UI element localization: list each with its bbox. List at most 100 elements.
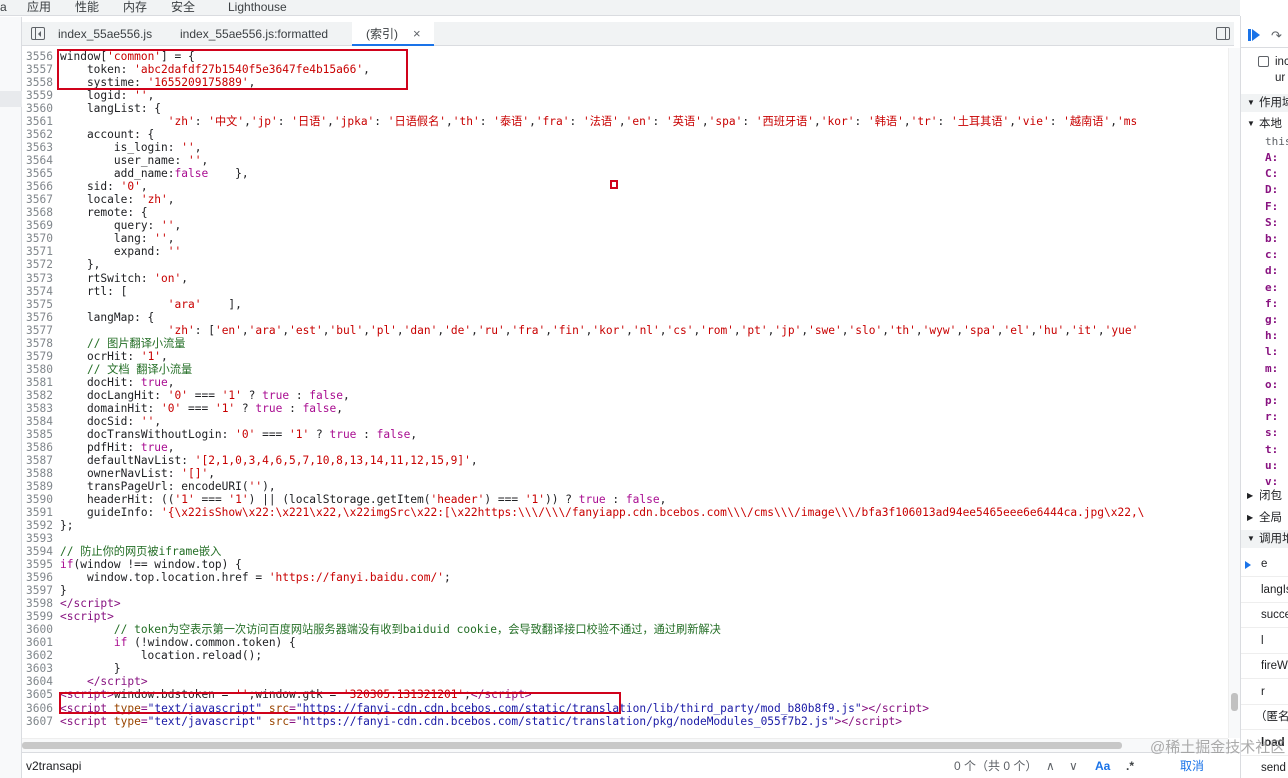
match-case-button[interactable]: Aa xyxy=(1095,758,1110,774)
line-number[interactable]: 3572 xyxy=(22,258,60,271)
code-line[interactable]: 3600 // token为空表示第一次访问百度网站服务器端没有收到baidui… xyxy=(22,623,721,636)
scope-variable[interactable]: p: xyxy=(1241,393,1288,409)
line-number[interactable]: 3573 xyxy=(22,272,60,285)
scope-variable[interactable]: s: xyxy=(1241,425,1288,441)
code-line[interactable]: 3597} xyxy=(22,584,67,597)
line-number[interactable]: 3601 xyxy=(22,636,60,649)
code-line[interactable]: 3566 sid: '0', xyxy=(22,180,148,193)
line-number[interactable]: 3583 xyxy=(22,402,60,415)
editor-horizontal-scrollbar[interactable] xyxy=(22,738,1228,752)
line-number[interactable]: 3607 xyxy=(22,715,60,728)
scope-variable[interactable]: r: xyxy=(1241,409,1288,425)
code-line[interactable]: 3578 // 图片翻译小流量 xyxy=(22,337,185,350)
code-line[interactable]: 3561 'zh': '中文','jp': '日语','jpka': '日语假名… xyxy=(22,115,1137,128)
line-number[interactable]: 3565 xyxy=(22,167,60,180)
panel-tab-application[interactable]: 应用 xyxy=(27,0,51,14)
callstack-frame[interactable]: l xyxy=(1241,629,1288,654)
code-line[interactable]: 3587 defaultNavList: '[2,1,0,3,4,6,5,7,1… xyxy=(22,454,478,467)
scope-variable[interactable]: F: xyxy=(1241,199,1288,215)
code-line[interactable]: 3595 if(window !== window.top) { xyxy=(22,558,242,571)
line-number[interactable]: 3561 xyxy=(22,115,60,128)
code-line[interactable]: 3606 <script type="text/javascript" src="… xyxy=(22,702,929,715)
line-number[interactable]: 3564 xyxy=(22,154,60,167)
code-line[interactable]: 3576 langMap: { xyxy=(22,311,154,324)
line-number[interactable]: 3560 xyxy=(22,102,60,115)
code-line[interactable]: 3601 if (!window.common.token) { xyxy=(22,636,296,649)
find-next-button[interactable]: ∨ xyxy=(1069,758,1078,774)
code-line[interactable]: 3607 <script type="text/javascript" src="… xyxy=(22,715,902,728)
scope-variable[interactable]: t: xyxy=(1241,442,1288,458)
code-line[interactable]: 3592}; xyxy=(22,519,73,532)
line-number[interactable]: 3584 xyxy=(22,415,60,428)
collapse-right-icon[interactable] xyxy=(1216,27,1230,40)
scope-section-header[interactable]: ▼ 作用域 xyxy=(1241,94,1288,112)
code-line[interactable]: 3590 headerHit: (('1' === '1') || (local… xyxy=(22,493,666,506)
code-line[interactable]: 3565 add_name:false }, xyxy=(22,167,249,180)
code-line[interactable]: 3588 ownerNavList: '[]', xyxy=(22,467,215,480)
line-number[interactable]: 3589 xyxy=(22,480,60,493)
callstack-frame[interactable]: （匿名 xyxy=(1241,705,1288,730)
code-line[interactable]: 3573 rtSwitch: 'on', xyxy=(22,272,188,285)
code-line[interactable]: 3604 </script> xyxy=(22,675,148,688)
code-line[interactable]: 3599 <script> xyxy=(22,610,114,623)
local-scope-header[interactable]: ▼ 本地 xyxy=(1241,116,1288,132)
line-number[interactable]: 3587 xyxy=(22,454,60,467)
code-line[interactable]: 3605 <script>window.bdstoken = '';window.… xyxy=(22,688,532,701)
line-number[interactable]: 3603 xyxy=(22,662,60,675)
line-number[interactable]: 3602 xyxy=(22,649,60,662)
code-line[interactable]: 3560 langList: { xyxy=(22,102,161,115)
scope-variable[interactable]: o: xyxy=(1241,377,1288,393)
line-number[interactable]: 3575 xyxy=(22,298,60,311)
line-number[interactable]: 3577 xyxy=(22,324,60,337)
callstack-section-header[interactable]: ▼ 调用堆栈 xyxy=(1241,530,1288,548)
line-number[interactable]: 3600 xyxy=(22,623,60,636)
line-number[interactable]: 3596 xyxy=(22,571,60,584)
find-input[interactable] xyxy=(26,758,926,774)
code-line[interactable]: 3591 guideInfo: '{\x22isShow\x22:\x221\x… xyxy=(22,506,1144,519)
scope-variable[interactable]: g: xyxy=(1241,312,1288,328)
step-over-icon[interactable]: ↷ xyxy=(1271,28,1282,44)
line-number[interactable]: 3558 xyxy=(22,76,60,89)
code-line[interactable]: 3570 lang: '', xyxy=(22,232,174,245)
code-editor[interactable]: 3556 window['common'] = {3557 token: 'abc… xyxy=(22,48,1228,738)
line-number[interactable]: 3580 xyxy=(22,363,60,376)
line-number[interactable]: 3576 xyxy=(22,311,60,324)
code-line[interactable]: 3579 ocrHit: '1', xyxy=(22,350,168,363)
line-number[interactable]: 3571 xyxy=(22,245,60,258)
code-line[interactable]: 3581 docHit: true, xyxy=(22,376,174,389)
callstack-frame[interactable]: fireW xyxy=(1241,654,1288,679)
panel-tab-partial[interactable]: a xyxy=(0,0,7,14)
code-line[interactable]: 3593 xyxy=(22,532,60,545)
line-number[interactable]: 3563 xyxy=(22,141,60,154)
code-line[interactable]: 3598 </script> xyxy=(22,597,121,610)
pause-on-exceptions-checkbox[interactable] xyxy=(1258,56,1269,67)
tab-index-html[interactable]: (索引) xyxy=(352,22,434,46)
line-number[interactable]: 3586 xyxy=(22,441,60,454)
scope-variable[interactable]: f: xyxy=(1241,296,1288,312)
line-number[interactable]: 3605 xyxy=(22,688,60,701)
scope-variable[interactable]: e: xyxy=(1241,280,1288,296)
scope-variable[interactable]: S: xyxy=(1241,215,1288,231)
regex-button[interactable]: .* xyxy=(1126,758,1134,774)
scope-variable[interactable]: D: xyxy=(1241,182,1288,198)
line-number[interactable]: 3595 xyxy=(22,558,60,571)
code-line[interactable]: 3582 docLangHit: '0' === '1' ? true : fa… xyxy=(22,389,350,402)
editor-vertical-scrollbar[interactable] xyxy=(1228,48,1240,738)
callstack-frame[interactable]: e xyxy=(1241,552,1288,577)
tab-index-js-formatted[interactable]: index_55ae556.js:formatted xyxy=(180,22,328,46)
code-line[interactable]: 3594// 防止你的网页被iframe嵌入 xyxy=(22,545,221,558)
code-line[interactable]: 3564 user_name: '', xyxy=(22,154,208,167)
scope-variable[interactable]: C: xyxy=(1241,166,1288,182)
line-number[interactable]: 3568 xyxy=(22,206,60,219)
code-line[interactable]: 3575 'ara' ], xyxy=(22,298,242,311)
callstack-frame[interactable]: succe xyxy=(1241,603,1288,628)
code-line[interactable]: 3602 location.reload(); xyxy=(22,649,262,662)
line-number[interactable]: 3591 xyxy=(22,506,60,519)
line-number[interactable]: 3592 xyxy=(22,519,60,532)
code-line[interactable]: 3556 window['common'] = { xyxy=(22,50,195,63)
find-previous-button[interactable]: ∧ xyxy=(1046,758,1055,774)
line-number[interactable]: 3569 xyxy=(22,219,60,232)
line-number[interactable]: 3579 xyxy=(22,350,60,363)
panel-tab-lighthouse[interactable]: Lighthouse xyxy=(228,0,287,14)
scope-variable[interactable]: m: xyxy=(1241,361,1288,377)
